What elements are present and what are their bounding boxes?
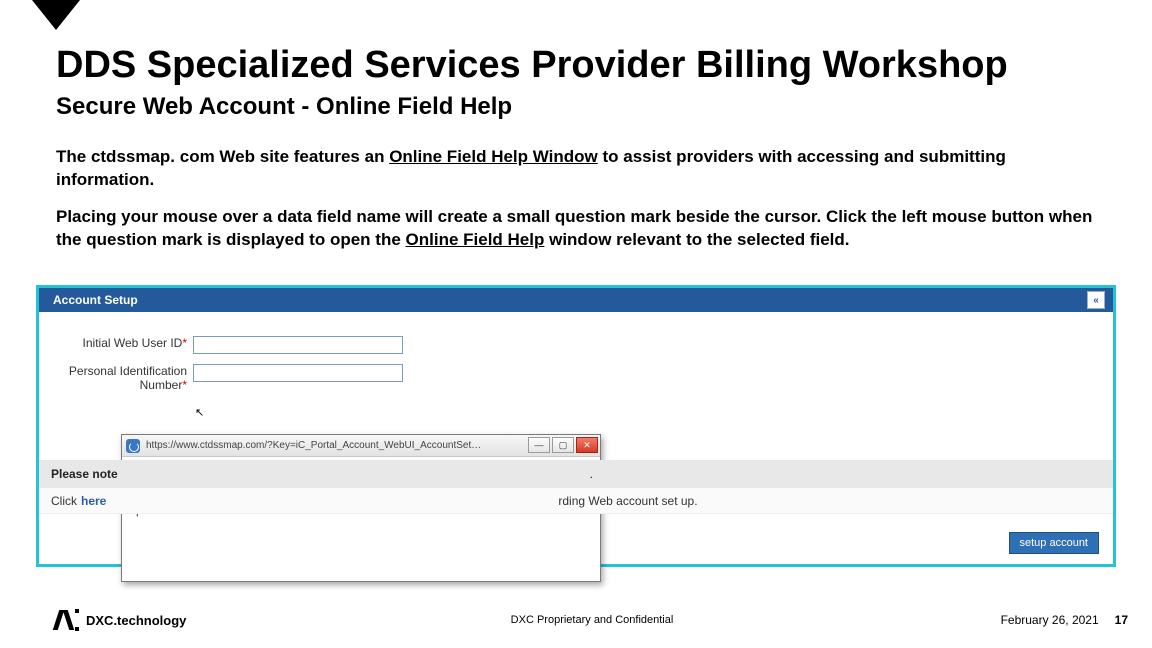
note-bar: Please note .: [39, 460, 1113, 488]
click-pre: Click: [51, 494, 77, 508]
here-link[interactable]: here: [81, 494, 106, 508]
p2-post: window relevant to the selected field.: [544, 230, 849, 249]
required-asterisk-1: *: [182, 336, 187, 350]
label-text-2: Personal Identification Number: [69, 364, 187, 392]
browser-icon: [126, 439, 140, 453]
row-pin: Personal Identification Number*: [47, 364, 403, 393]
note-trail: .: [590, 467, 593, 481]
input-initial-web-user-id[interactable]: [193, 336, 403, 354]
confidential-text: DXC Proprietary and Confidential: [511, 614, 674, 626]
label-text-1: Initial Web User ID: [83, 336, 183, 350]
minimize-button[interactable]: —: [528, 437, 550, 453]
label-pin: Personal Identification Number*: [47, 364, 193, 393]
close-button[interactable]: ✕: [576, 437, 598, 453]
popup-titlebar[interactable]: https://www.ctdssmap.com/?Key=iC_Portal_…: [122, 435, 600, 457]
body-text: The ctdssmap. com Web site features an O…: [56, 146, 1096, 266]
page-title: DDS Specialized Services Provider Billin…: [56, 44, 1008, 87]
form-area: Initial Web User ID* Personal Identifica…: [39, 312, 1113, 452]
slide-marker-triangle: [32, 0, 80, 30]
link-bar: Click here rding Web account set up.: [39, 488, 1113, 514]
footer: DXC.technology DXC Proprietary and Confi…: [56, 610, 1128, 630]
label-initial-web-user-id: Initial Web User ID*: [47, 336, 193, 350]
window-buttons: — ▢ ✕: [528, 437, 598, 453]
screenshot-frame: Account Setup « Initial Web User ID* Per…: [36, 285, 1116, 567]
page-number: 17: [1115, 613, 1128, 627]
paragraph-1: The ctdssmap. com Web site features an O…: [56, 146, 1096, 192]
input-pin[interactable]: [193, 364, 403, 382]
panel-title: Account Setup: [53, 293, 138, 307]
popup-url: https://www.ctdssmap.com/?Key=iC_Portal_…: [146, 440, 486, 451]
collapse-icon[interactable]: «: [1087, 291, 1105, 309]
footer-date: February 26, 2021: [1001, 613, 1099, 627]
panel-header: Account Setup «: [39, 288, 1113, 312]
dxc-logo-icon: [56, 610, 80, 630]
p1-underlined: Online Field Help Window: [389, 147, 598, 166]
row-initial-web-user-id: Initial Web User ID*: [47, 336, 403, 354]
setup-account-button[interactable]: setup account: [1009, 532, 1100, 554]
required-asterisk-2: *: [182, 378, 187, 392]
dxc-logo-text: DXC.technology: [86, 613, 186, 628]
maximize-button[interactable]: ▢: [552, 437, 574, 453]
slide: DDS Specialized Services Provider Billin…: [0, 0, 1152, 648]
dxc-logo: DXC.technology: [56, 610, 186, 630]
p2-underlined: Online Field Help: [406, 230, 545, 249]
page-subtitle: Secure Web Account - Online Field Help: [56, 93, 512, 121]
click-post: rding Web account set up.: [558, 494, 697, 508]
note-label: Please note: [51, 467, 118, 481]
p1-pre: The ctdssmap. com Web site features an: [56, 147, 389, 166]
cursor-icon: ↖: [195, 406, 204, 419]
paragraph-2: Placing your mouse over a data field nam…: [56, 206, 1096, 252]
